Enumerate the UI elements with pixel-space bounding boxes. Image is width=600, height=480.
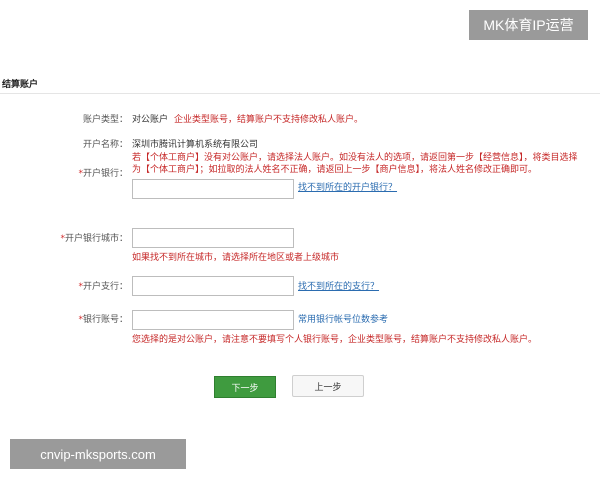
account-number-hint: 常用银行帐号位数参考: [298, 315, 389, 325]
watermark: cnvip-mksports.com: [10, 439, 186, 469]
bank-note-line1: 若【个体工商户】没有对公账户，请选择法人账户。如没有法人的选项，请返回第一步【经…: [132, 153, 578, 163]
account-type-label: 账户类型：: [82, 115, 128, 125]
account-type-value: 对公账户: [132, 115, 169, 125]
account-name-label: 开户名称：: [82, 140, 128, 150]
prev-step-button[interactable]: 上一步: [292, 375, 364, 397]
brand-badge: MK体育IP运营: [469, 10, 588, 40]
bank-city-label-text: 开户银行城市：: [64, 234, 128, 244]
bank-city-label: *开户银行城市：: [8, 231, 128, 244]
account-type-note: 企业类型账号，结算账户不支持修改私人账户。: [174, 115, 364, 125]
section-title: 结算账户: [2, 80, 39, 90]
bank-label-text: 开户银行：: [82, 169, 128, 179]
next-step-button[interactable]: 下一步: [214, 376, 276, 398]
bank-label: *开户银行：: [8, 166, 128, 179]
bank-city-note: 如果找不到所在城市，请选择所在地区或者上级城市: [132, 253, 340, 263]
bank-note-line2: 为【个体工商户】；如拉取的法人姓名不正确，请返回上一步【商户信息】，将法人姓名修…: [132, 165, 538, 175]
account-name-value: 深圳市腾讯计算机系统有限公司: [132, 140, 259, 150]
branch-not-found-link[interactable]: 找不到所在的支行？: [298, 279, 379, 292]
branch-label-text: 开户支行：: [82, 282, 128, 292]
section-divider: [0, 93, 600, 94]
account-number-input[interactable]: [132, 310, 294, 330]
bank-not-found-link[interactable]: 找不到所在的开户银行？: [298, 180, 397, 193]
account-number-label-text: 银行账号：: [82, 315, 128, 325]
branch-input[interactable]: [132, 276, 294, 296]
account-number-label: *银行账号：: [8, 312, 128, 325]
bank-city-input[interactable]: [132, 228, 294, 248]
bank-input[interactable]: [132, 179, 294, 199]
branch-label: *开户支行：: [8, 279, 128, 292]
account-number-note: 您选择的是对公账户，请注意不要填写个人银行账号，企业类型账号，结算账户不支持修改…: [132, 335, 538, 345]
